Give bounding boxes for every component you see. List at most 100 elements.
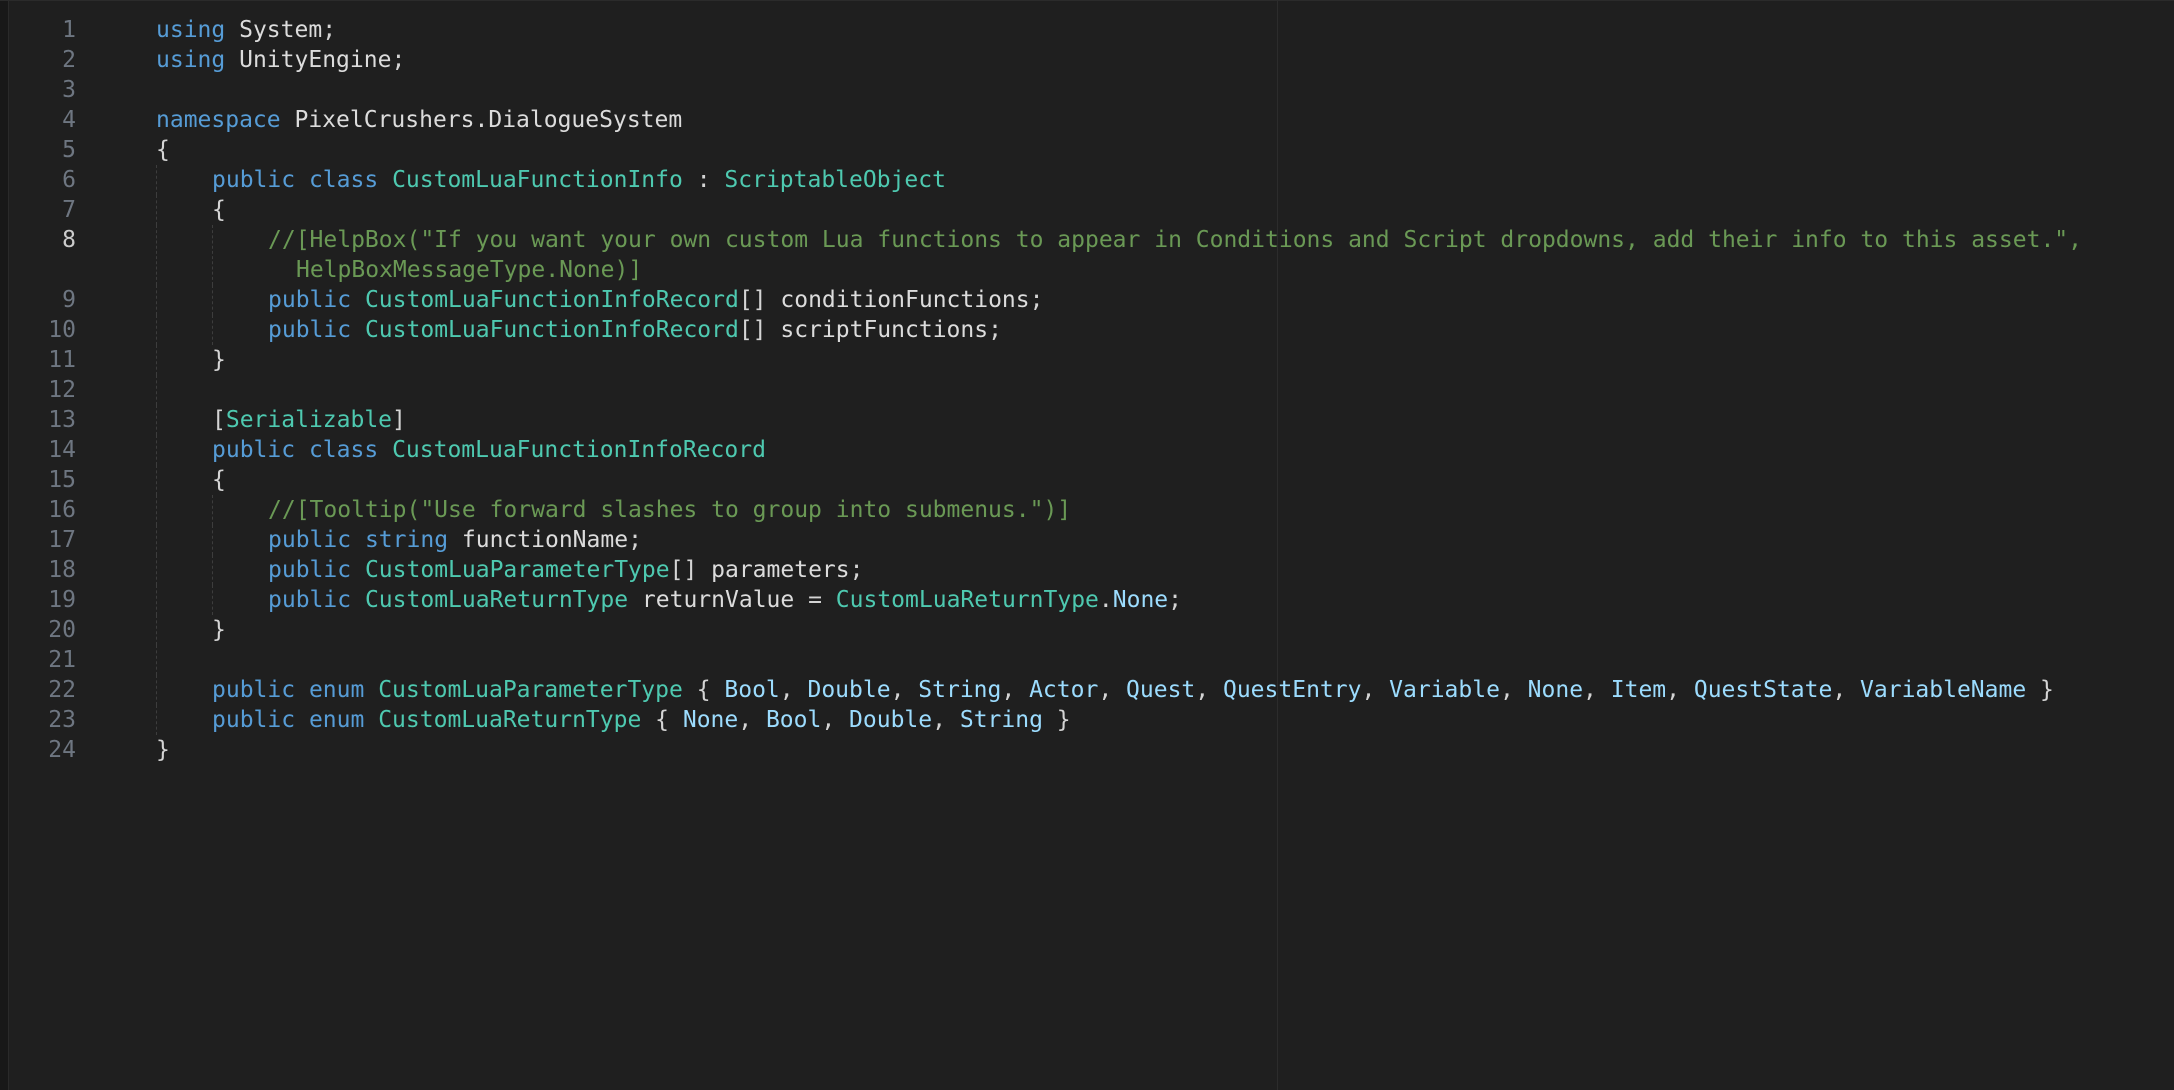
code-lines[interactable]: 1 using System; 2 using UnityEngine; 3 4 names… (0, 15, 2174, 765)
line-content[interactable]: //[HelpBox("If you want your own custom … (268, 225, 2082, 285)
code-token: ] (392, 407, 406, 433)
code-token: , (1361, 677, 1390, 703)
code-line[interactable]: 5{ (0, 135, 2174, 165)
code-token: scriptFunctions (780, 317, 989, 343)
line-content[interactable]: { (212, 465, 226, 495)
line-content[interactable]: using UnityEngine; (156, 45, 405, 75)
code-line[interactable]: 17 public string functionName; (0, 525, 2174, 555)
line-content[interactable]: public CustomLuaFunctionInfoRecord[] con… (268, 285, 1043, 315)
code-line[interactable]: 12 (0, 375, 2174, 405)
line-content[interactable]: public class CustomLuaFunctionInfo : Scr… (212, 165, 946, 195)
line-content[interactable]: } (212, 345, 226, 375)
indent-guide (156, 285, 157, 315)
code-token: = (794, 587, 836, 613)
line-content[interactable]: public CustomLuaReturnType returnValue =… (268, 585, 1182, 615)
code-token: namespace (156, 107, 281, 133)
code-line[interactable]: 2 using UnityEngine; (0, 45, 2174, 75)
line-content[interactable]: using System; (156, 15, 336, 45)
line-content[interactable]: namespace PixelCrushers.DialogueSystem (156, 105, 682, 135)
line-number: 12 (48, 377, 76, 403)
code-token: } (156, 737, 170, 763)
indent-guide (212, 225, 213, 285)
code-line[interactable]: 9 public CustomLuaFunctionInfoRecord[] co… (0, 285, 2174, 315)
code-line[interactable]: 18 public CustomLuaParameterType[] parame… (0, 555, 2174, 585)
code-line[interactable]: 16 //[Tooltip("Use forward slashes to gro… (0, 495, 2174, 525)
code-line[interactable]: 24} (0, 735, 2174, 765)
code-line[interactable]: 19 public CustomLuaReturnType returnValue… (0, 585, 2174, 615)
line-number: 16 (48, 497, 76, 523)
indent-guide (156, 225, 157, 285)
code-line[interactable]: 1 using System; (0, 15, 2174, 45)
line-content[interactable]: { (156, 135, 170, 165)
indent-guide (212, 585, 213, 615)
code-line[interactable]: 11} (0, 345, 2174, 375)
code-line[interactable]: 7{ (0, 195, 2174, 225)
line-number: 2 (62, 47, 76, 73)
line-content[interactable]: public enum CustomLuaReturnType { None, … (212, 705, 1071, 735)
code-token: System (239, 17, 323, 43)
code-line[interactable]: 8 //[HelpBox("If you want your own custom… (0, 225, 2174, 285)
line-number: 3 (62, 77, 76, 103)
code-token: } (212, 617, 226, 643)
code-token: , (1499, 677, 1528, 703)
code-line[interactable]: 21 (0, 645, 2174, 675)
line-number: 6 (62, 167, 76, 193)
code-editor[interactable]: 1 using System; 2 using UnityEngine; 3 4 names… (0, 0, 2174, 1090)
code-token: None (1527, 677, 1584, 703)
code-token: returnValue (641, 587, 795, 613)
indent-guide (156, 195, 157, 225)
wrapped-line-continuation: HelpBoxMessageType.None)] (268, 255, 2082, 285)
code-token: VariableName (1860, 677, 2027, 703)
code-line[interactable]: 15 { (0, 465, 2174, 495)
line-number: 23 (48, 707, 76, 733)
line-content[interactable]: public enum CustomLuaParameterType { Boo… (212, 675, 2054, 705)
code-line[interactable]: 22 public enum CustomLuaParameterType { B… (0, 675, 2174, 705)
code-line[interactable]: 13 [Serializable] (0, 405, 2174, 435)
line-number: 24 (48, 737, 76, 763)
code-token: Actor (1029, 677, 1099, 703)
code-token: { (641, 707, 683, 733)
line-content[interactable]: public CustomLuaFunctionInfoRecord[] scr… (268, 315, 1002, 345)
code-line[interactable]: 4 namespace PixelCrushers.DialogueSystem (0, 105, 2174, 135)
line-content[interactable]: //[Tooltip("Use forward slashes to group… (268, 495, 1071, 525)
code-token: , (932, 707, 960, 733)
code-token: . (1098, 587, 1113, 613)
line-content[interactable]: public CustomLuaParameterType[] paramete… (268, 555, 863, 585)
code-token: ; (322, 17, 337, 43)
code-line[interactable]: 3 (0, 75, 2174, 105)
code-token: CustomLuaFunctionInfoRecord (392, 437, 766, 463)
code-token: ; (1168, 587, 1183, 613)
code-token: CustomLuaFunctionInfo (392, 167, 683, 193)
code-token: : (682, 167, 725, 193)
line-number: 22 (48, 677, 76, 703)
line-number: 15 (48, 467, 76, 493)
line-content[interactable]: } (212, 615, 226, 645)
indent-guide (212, 315, 213, 345)
code-token: PixelCrushers.DialogueSystem (294, 107, 683, 133)
code-token: None (1112, 587, 1169, 613)
line-number: 1 (62, 17, 76, 43)
code-line[interactable]: 10 public CustomLuaFunctionInfoRecord[] s… (0, 315, 2174, 345)
line-number: 5 (62, 137, 76, 163)
code-line[interactable]: 6 public class CustomLuaFunctionInfo : Sc… (0, 165, 2174, 195)
line-content[interactable]: { (212, 195, 226, 225)
code-token: //[HelpBox("If you want your own custom … (268, 227, 2082, 253)
code-token: class (308, 437, 379, 463)
line-content[interactable]: } (156, 735, 170, 765)
code-line[interactable]: 20} (0, 615, 2174, 645)
code-line[interactable]: 14 public class CustomLuaFunctionInfoReco… (0, 435, 2174, 465)
line-content[interactable]: public string functionName; (268, 525, 642, 555)
code-token: ; (628, 527, 642, 553)
line-content[interactable]: public class CustomLuaFunctionInfoRecord (212, 435, 766, 465)
code-token: } (212, 347, 226, 373)
line-content[interactable]: [Serializable] (212, 405, 406, 435)
code-line[interactable]: 23 public enum CustomLuaReturnType { None… (0, 705, 2174, 735)
indent-guide (156, 705, 157, 735)
code-token: using (156, 17, 226, 43)
